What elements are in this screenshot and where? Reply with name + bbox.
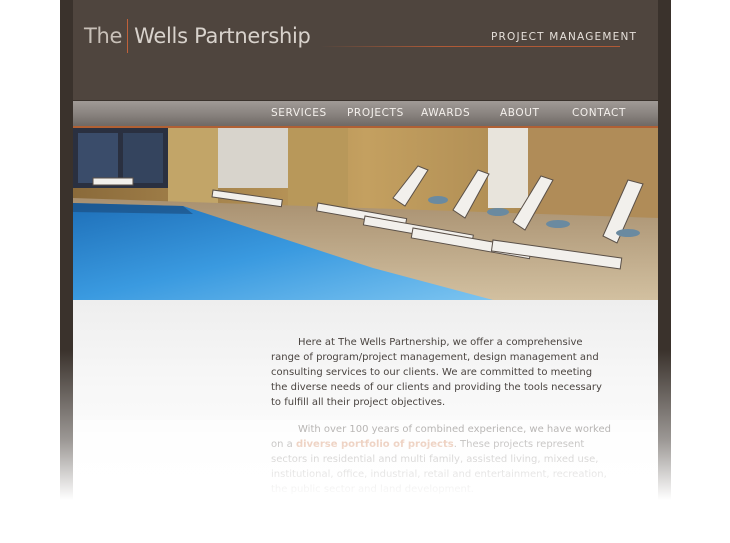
- tagline: PROJECT MANAGEMENT: [491, 31, 638, 43]
- intro-paragraph: Here at The Wells Partnership, we offer …: [271, 335, 611, 410]
- logo-divider: [127, 19, 129, 53]
- logo-name: Wells Partnership: [134, 24, 311, 48]
- logo-the: The: [84, 24, 123, 48]
- intro-text: Here at The Wells Partnership, we offer …: [271, 337, 602, 408]
- experience-paragraph: With over 100 years of combined experien…: [271, 422, 611, 497]
- nav-services[interactable]: SERVICES: [271, 107, 327, 119]
- hero-photo-pool: [73, 128, 658, 300]
- portfolio-link[interactable]: diverse portfolio of projects: [296, 439, 454, 450]
- nav-bar: SERVICES PROJECTS AWARDS ABOUT CONTACT: [73, 101, 658, 128]
- nav-contact[interactable]: CONTACT: [572, 107, 626, 119]
- nav-awards[interactable]: AWARDS: [421, 107, 470, 119]
- tagline-rule: [320, 46, 620, 47]
- nav-projects[interactable]: PROJECTS: [347, 107, 404, 119]
- nav-about[interactable]: ABOUT: [500, 107, 540, 119]
- site-logo[interactable]: The Wells Partnership: [84, 19, 311, 53]
- pool-illustration: [73, 128, 658, 300]
